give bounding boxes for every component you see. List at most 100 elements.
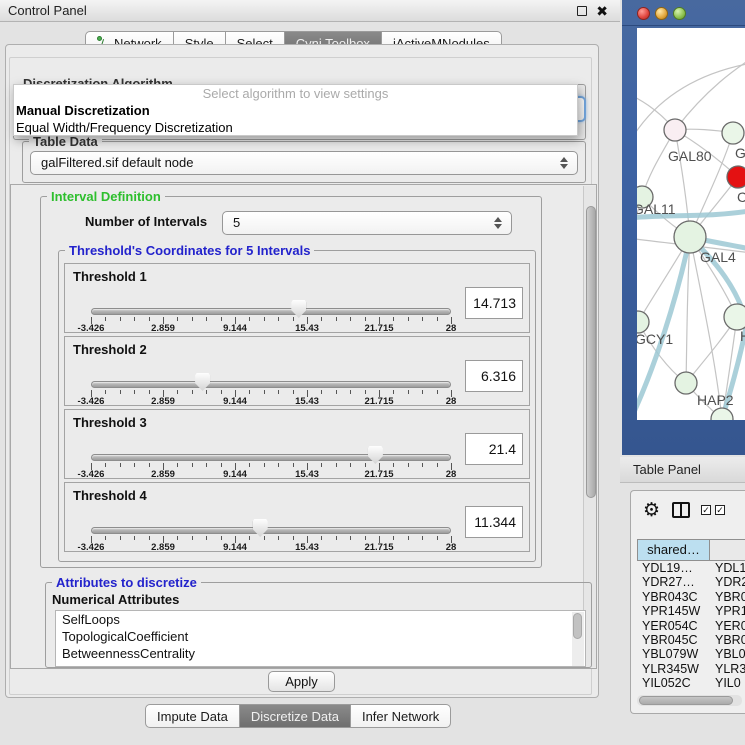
panel-title: Control Panel: [8, 0, 87, 21]
cell-name[interactable]: YER0: [709, 619, 745, 633]
tab-impute-data[interactable]: Impute Data: [145, 704, 240, 728]
popup-item[interactable]: Manual Discretization: [14, 102, 577, 119]
cell-name[interactable]: YBL0: [709, 647, 745, 661]
cell-name[interactable]: YDL1: [709, 561, 745, 575]
list-scrollbar-thumb[interactable]: [573, 613, 582, 639]
cell-shared-name[interactable]: YBR043C: [637, 590, 709, 604]
tick-mark: [134, 317, 135, 321]
tick-label: 28: [446, 396, 457, 407]
numerical-attributes-list[interactable]: SelfLoopsTopologicalCoefficientBetweenne…: [55, 610, 586, 667]
table-row[interactable]: YIL052CYIL0: [637, 676, 745, 690]
slider-thumb[interactable]: [368, 446, 383, 464]
slider-ticks: [91, 390, 451, 398]
gal80-node[interactable]: [664, 119, 686, 141]
slider-track[interactable]: [91, 308, 451, 315]
cell-name[interactable]: YPR1: [709, 604, 745, 618]
table-row[interactable]: YDR27…YDR2: [637, 575, 745, 589]
cell-name[interactable]: YLR3: [709, 662, 745, 676]
tick-mark: [249, 463, 250, 467]
slider-track[interactable]: [91, 527, 451, 534]
slider-track[interactable]: [91, 381, 451, 388]
cell-shared-name[interactable]: YBR045C: [637, 633, 709, 647]
cell-name[interactable]: YIL0: [709, 676, 745, 690]
cell-shared-name[interactable]: YDR27…: [637, 575, 709, 589]
tick-mark: [206, 536, 207, 540]
tick-label: 2.859: [151, 469, 175, 480]
threshold-value-field[interactable]: 14.713: [465, 287, 523, 319]
node-label: GCY1: [637, 331, 673, 347]
number-of-intervals-combobox[interactable]: 5: [222, 211, 512, 235]
minimize-traffic-light[interactable]: [655, 7, 668, 20]
tab-label: Infer Network: [362, 709, 439, 724]
table-panel-header: Table Panel: [620, 457, 745, 483]
cell-shared-name[interactable]: YBL079W: [637, 647, 709, 661]
threshold-value-field[interactable]: 11.344: [465, 506, 523, 538]
slider-track[interactable]: [91, 454, 451, 461]
close-icon[interactable]: ✖: [596, 1, 608, 21]
close-traffic-light[interactable]: [637, 7, 650, 20]
apply-button[interactable]: Apply: [268, 671, 335, 692]
red-node[interactable]: [727, 166, 745, 188]
tick-mark: [393, 463, 394, 467]
tick-label: 15.43: [295, 542, 319, 553]
tick-label: 15.43: [295, 323, 319, 334]
cell-shared-name[interactable]: YLR345W: [637, 662, 709, 676]
node[interactable]: [724, 304, 745, 330]
slider-thumb[interactable]: [195, 373, 210, 391]
network-edge[interactable]: [675, 58, 745, 130]
tab-label: Impute Data: [157, 709, 228, 724]
slider-thumb[interactable]: [291, 300, 306, 318]
table-data-title: Table Data: [29, 134, 102, 149]
node[interactable]: [711, 408, 733, 420]
tick-mark: [350, 536, 351, 540]
zoom-traffic-light[interactable]: [673, 7, 686, 20]
attribute-list-item[interactable]: BetweennessCentrality: [56, 645, 585, 662]
table-row[interactable]: YER054CYER0: [637, 619, 745, 633]
attribute-list-item[interactable]: SelfLoops: [56, 611, 585, 628]
attribute-list-item[interactable]: TopologicalCoefficient: [56, 628, 585, 645]
tick-mark: [350, 317, 351, 321]
cell-name[interactable]: YBR0: [709, 633, 745, 647]
threshold-value-field[interactable]: 6.316: [465, 360, 523, 392]
float-window-icon[interactable]: [577, 6, 587, 16]
table-row[interactable]: YBL079WYBL0: [637, 647, 745, 661]
node-label: GAL4: [700, 249, 736, 265]
cell-shared-name[interactable]: YDL19…: [637, 561, 709, 575]
split-columns-icon[interactable]: [672, 502, 690, 518]
scrollbar-thumb[interactable]: [639, 696, 733, 705]
gcy1-node[interactable]: [637, 311, 649, 333]
control-panel-titlebar: Control Panel ✖: [0, 0, 620, 22]
table-row[interactable]: YBR045CYBR0: [637, 633, 745, 647]
cell-shared-name[interactable]: YPR145W: [637, 604, 709, 618]
node[interactable]: [722, 122, 744, 144]
table-data-combobox[interactable]: galFiltered.sif default node: [30, 151, 578, 175]
tick-label: 2.859: [151, 396, 175, 407]
tab-discretize-data[interactable]: Discretize Data: [240, 704, 351, 728]
cell-shared-name[interactable]: YER054C: [637, 619, 709, 633]
cell-name[interactable]: YDR2: [709, 575, 745, 589]
table-row[interactable]: YBR043CYBR0: [637, 590, 745, 604]
horizontal-scrollbar[interactable]: [637, 695, 742, 706]
popup-item[interactable]: Equal Width/Frequency Discretization: [14, 119, 577, 136]
hap2-node[interactable]: [675, 372, 697, 394]
threshold-value-field[interactable]: 21.4: [465, 433, 523, 465]
table-row[interactable]: YLR345WYLR3: [637, 662, 745, 676]
table-row[interactable]: YPR145WYPR1: [637, 604, 745, 618]
checkbox-icon[interactable]: ✓: [715, 505, 725, 515]
scrollbar-thumb[interactable]: [586, 206, 596, 498]
slider-thumb[interactable]: [253, 519, 268, 537]
tab-infer-network[interactable]: Infer Network: [351, 704, 451, 728]
cell-shared-name[interactable]: YIL052C: [637, 676, 709, 690]
checkbox-icon[interactable]: ✓: [701, 505, 711, 515]
column-header-shared-name[interactable]: shared…: [637, 539, 710, 561]
network-canvas[interactable]: GAL80GACGAL11GAL4GCY1HHAP2: [637, 28, 745, 420]
column-header-name[interactable]: na: [710, 539, 745, 561]
list-scrollbar[interactable]: [572, 612, 584, 666]
tick-mark: [336, 536, 337, 540]
tick-mark: [177, 390, 178, 394]
cell-name[interactable]: YBR0: [709, 590, 745, 604]
gear-icon[interactable]: ⚙: [643, 499, 660, 522]
tick-mark: [249, 390, 250, 394]
table-row[interactable]: YDL19…YDL1: [637, 561, 745, 575]
tick-mark: [264, 317, 265, 321]
